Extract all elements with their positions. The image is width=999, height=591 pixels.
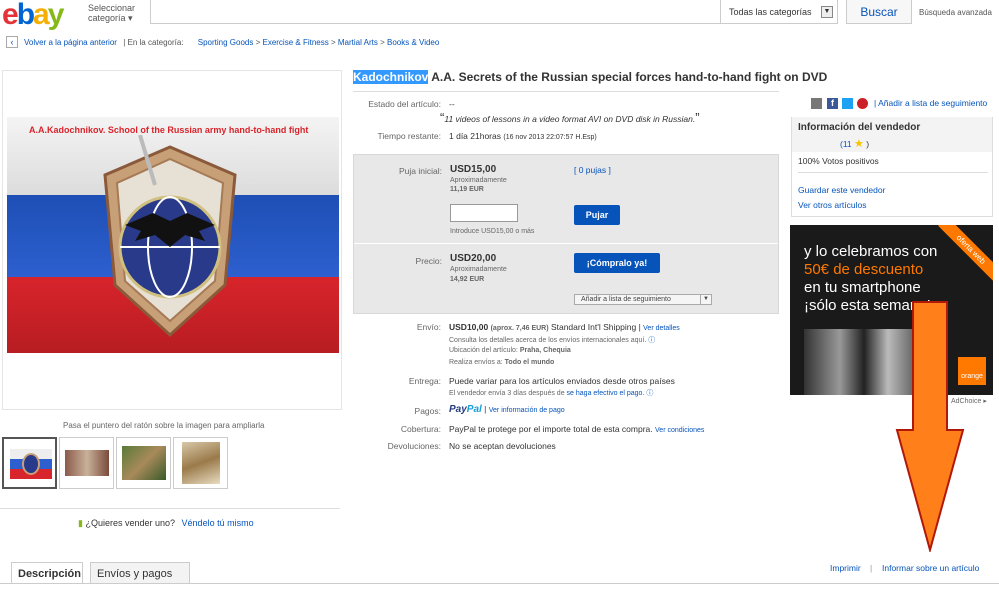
- print-link[interactable]: Imprimir: [830, 563, 861, 573]
- tab-shipping[interactable]: Envíos y pagos: [90, 562, 190, 584]
- seller-info-title: Información del vendedor: [798, 122, 921, 133]
- thumbnail-4[interactable]: [173, 437, 228, 489]
- twitter-icon[interactable]: [842, 98, 853, 109]
- add-to-watchlist-select[interactable]: Añadir a lista de seguimiento ▼: [574, 294, 712, 305]
- footer-separator: |: [870, 563, 873, 573]
- payments-label: Pagos:: [414, 406, 441, 416]
- breadcrumb-item[interactable]: Sporting Goods: [198, 38, 254, 47]
- arrow-down-icon: [895, 301, 965, 552]
- add-to-watchlist-link[interactable]: | Añadir a lista de seguimiento: [874, 98, 987, 108]
- divider: [353, 91, 779, 92]
- tab-description[interactable]: Descripción: [11, 562, 83, 584]
- bid-amount-input[interactable]: [450, 204, 518, 222]
- condition-quote: “11 videos of lessons in a video format …: [440, 110, 700, 125]
- emblem-icon: [103, 135, 237, 338]
- all-categories-select[interactable]: Todas las categorías ▼: [720, 0, 838, 24]
- time-label: Tiempo restante:: [377, 131, 441, 141]
- buy-price: USD20,00: [450, 253, 497, 264]
- ships-to: Realiza envíos a: Todo el mundo: [449, 359, 555, 366]
- adchoices-icon: ▸: [983, 398, 987, 405]
- category-select[interactable]: Seleccionar categoría ▾: [88, 3, 148, 23]
- chevron-down-icon: ▾: [128, 13, 133, 23]
- main-image[interactable]: A.A.Kadochnikov. School of the Russian a…: [2, 70, 342, 410]
- breadcrumb-item[interactable]: Martial Arts: [338, 38, 378, 47]
- save-seller-link[interactable]: Guardar este vendedor: [798, 185, 885, 195]
- other-items-link[interactable]: Ver otros artículos: [798, 200, 867, 210]
- bid-label: Puja inicial:: [399, 166, 442, 176]
- buy-approx: Aproximadamente: [450, 266, 507, 273]
- sell-link[interactable]: Véndelo tú mismo: [182, 518, 254, 528]
- email-icon[interactable]: [811, 98, 822, 109]
- returns-value: No se aceptan devoluciones: [449, 441, 556, 451]
- ebay-logo[interactable]: ebay: [2, 0, 64, 32]
- feedback-score: (11 ★ ): [840, 138, 870, 150]
- ad-line: en tu smartphone: [804, 279, 921, 296]
- thumbnail-3[interactable]: [116, 437, 171, 489]
- facebook-icon[interactable]: f: [827, 98, 838, 109]
- coverage-terms-link[interactable]: Ver condiciones: [655, 427, 704, 434]
- shipping-international: Consulta los detalles acerca de los enví…: [449, 337, 656, 344]
- bid-approx-value: 11,19 EUR: [450, 186, 484, 193]
- breadcrumb-item[interactable]: Exercise & Fitness: [262, 38, 328, 47]
- title-highlight: Kadochnikov: [353, 70, 429, 84]
- item-location: Ubicación del artículo: Praha, Chequia: [449, 347, 571, 354]
- ad-line: 50€ de descuento: [804, 261, 924, 278]
- bid-hint: Introduce USD15,00 o más: [450, 228, 535, 235]
- thumbnail-1[interactable]: [2, 437, 57, 489]
- bid-price: USD15,00: [450, 164, 497, 175]
- delivery-label: Entrega:: [408, 376, 441, 386]
- report-item-link[interactable]: Informar sobre un artículo: [882, 563, 979, 573]
- breadcrumb-item[interactable]: Books & Video: [387, 38, 439, 47]
- price-label: Precio:: [415, 256, 442, 266]
- shipping-details-link[interactable]: Ver detalles: [643, 325, 680, 332]
- coverage-label: Cobertura:: [400, 424, 441, 434]
- condition-label: Estado del artículo:: [368, 99, 441, 109]
- item-title: Kadochnikov A.A. Secrets of the Russian …: [353, 70, 828, 84]
- divider: [0, 508, 340, 509]
- shipping-label: Envío:: [416, 322, 441, 332]
- search-button[interactable]: Buscar: [846, 0, 912, 24]
- payment-received-link[interactable]: se haga efectivo el pago.: [567, 390, 645, 397]
- chevron-down-icon: ▼: [821, 6, 833, 18]
- bid-approx: Aproximadamente: [450, 177, 507, 184]
- back-link[interactable]: Volver a la página anterior: [24, 38, 117, 47]
- bid-count-link[interactable]: [ 0 pujas ]: [574, 165, 611, 175]
- coverage-value: PayPal te protege por el importe total d…: [449, 424, 705, 434]
- bid-box: Puja inicial: USD15,00 Aproximadamente 1…: [353, 154, 779, 314]
- paypal-logo: PayPal | Ver información de pago: [449, 404, 565, 415]
- ad-badge: oferta web: [938, 225, 993, 283]
- tag-icon: ▮: [78, 518, 83, 528]
- delivery-note: El vendedor envía 3 días después de se h…: [449, 390, 654, 397]
- chevron-down-icon: ▼: [700, 295, 711, 304]
- buy-now-button[interactable]: ¡Cómpralo ya!: [574, 253, 660, 273]
- header: ebay Seleccionar categoría ▾ Todas las c…: [0, 0, 999, 32]
- breadcrumb-in-category: | En la categoría:: [123, 38, 184, 47]
- condition-value: --: [449, 99, 455, 109]
- payment-info-link[interactable]: Ver información de pago: [489, 407, 565, 414]
- tab-underline: [0, 583, 999, 584]
- breadcrumb: ‹ Volver a la página anterior | En la cat…: [6, 36, 439, 48]
- back-icon[interactable]: ‹: [6, 36, 18, 48]
- image-caption-text: A.A.Kadochnikov. School of the Russian a…: [29, 125, 309, 135]
- help-icon[interactable]: ⓘ: [648, 337, 655, 344]
- delivery-value: Puede variar para los artículos enviados…: [449, 376, 675, 386]
- ad-line: y lo celebramos con: [804, 243, 938, 260]
- time-value: 1 día 21horas (16 nov 2013 22:07:57 H.Es…: [449, 131, 597, 141]
- positive-feedback: 100% Votos positivos: [798, 156, 879, 166]
- pinterest-icon[interactable]: [857, 98, 868, 109]
- sell-prompt: ▮ ¿Quieres vender uno? Véndelo tú mismo: [78, 518, 254, 528]
- image-hint: Pasa el puntero del ratón sobre la image…: [63, 421, 265, 430]
- advanced-search-link[interactable]: Búsqueda avanzada: [919, 8, 992, 17]
- star-icon: ★: [854, 138, 864, 150]
- help-icon[interactable]: ⓘ: [646, 390, 653, 397]
- returns-label: Devoluciones:: [387, 441, 441, 451]
- shipping-value: USD10,00 (aprox. 7,46 EUR) Standard Int'…: [449, 322, 680, 332]
- bid-button[interactable]: Pujar: [574, 205, 620, 225]
- thumbnail-2[interactable]: [59, 437, 114, 489]
- flag-image: A.A.Kadochnikov. School of the Russian a…: [7, 117, 339, 353]
- search-input[interactable]: [150, 0, 720, 24]
- seller-info-panel: Información del vendedor (11 ★ ) 100% Vo…: [791, 117, 993, 217]
- buy-approx-value: 14,92 EUR: [450, 276, 485, 283]
